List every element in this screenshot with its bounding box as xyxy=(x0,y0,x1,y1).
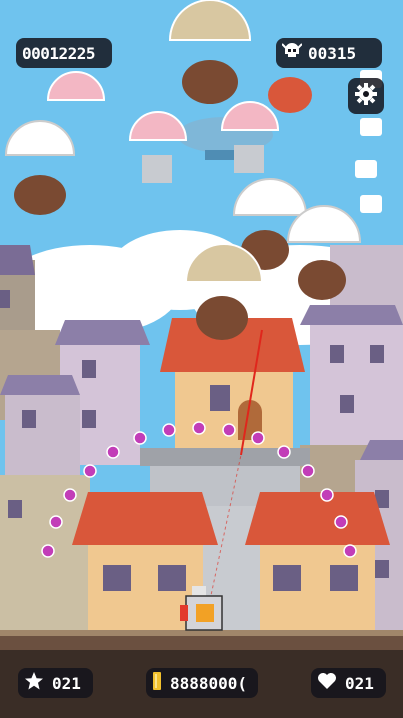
star-count-value: 021 xyxy=(52,673,81,693)
coin-counter: 8888000( xyxy=(146,668,258,698)
heart-icon xyxy=(317,672,337,694)
skull-icon xyxy=(281,42,303,64)
gear-icon xyxy=(354,82,378,110)
kill-count-value: 00315 xyxy=(308,43,357,63)
game-scene xyxy=(0,0,403,718)
star-counter: 021 xyxy=(18,668,93,698)
coin-icon xyxy=(152,671,162,695)
lives-count-value: 021 xyxy=(345,673,374,693)
settings-button[interactable] xyxy=(348,78,384,114)
kill-counter: 00315 xyxy=(276,38,382,68)
lives-counter: 021 xyxy=(311,668,386,698)
coin-count-value: 8888000( xyxy=(170,673,248,693)
score-counter: 00012225 xyxy=(16,38,112,68)
star-icon xyxy=(24,671,44,695)
game-screen[interactable]: 00012225 00315 021 8888000( 021 xyxy=(0,0,403,718)
score-value: 00012225 xyxy=(22,43,96,63)
